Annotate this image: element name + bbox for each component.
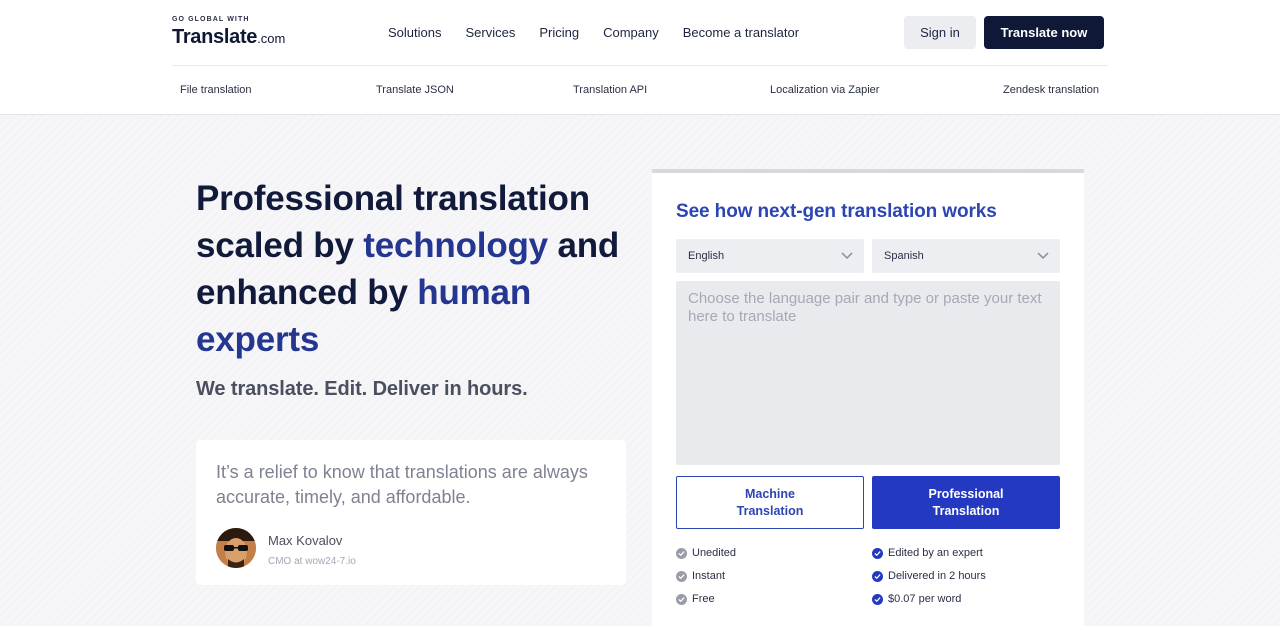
target-language-value: Spanish bbox=[884, 250, 924, 262]
feature-item: Instant bbox=[676, 570, 725, 582]
avatar-portrait-icon bbox=[216, 528, 256, 568]
feature-item: Free bbox=[676, 593, 715, 605]
source-text-input[interactable] bbox=[676, 281, 1060, 465]
target-language-select[interactable]: Spanish bbox=[872, 239, 1060, 273]
translate-now-button[interactable]: Translate now bbox=[984, 16, 1104, 49]
hero-section: Professional translation scaled by techn… bbox=[0, 115, 1280, 629]
feature-item: Edited by an expert bbox=[872, 547, 983, 559]
subnav-item-zendesk-translation[interactable]: Zendesk translation bbox=[1003, 84, 1099, 96]
check-circle-icon bbox=[872, 593, 883, 605]
source-language-value: English bbox=[688, 250, 725, 262]
machine-translation-button[interactable]: Machine Translation bbox=[676, 476, 864, 529]
subnav-item-translate-json[interactable]: Translate JSON bbox=[376, 84, 454, 96]
nav-item-solutions[interactable]: Solutions bbox=[388, 25, 441, 41]
logo-tagline: GO GLOBAL WITH bbox=[172, 16, 250, 23]
sub-nav: File translation Translate JSON Translat… bbox=[0, 66, 1280, 115]
nav-item-become-translator[interactable]: Become a translator bbox=[683, 25, 799, 41]
subnav-item-translation-api[interactable]: Translation API bbox=[573, 84, 647, 96]
chevron-down-icon bbox=[1037, 252, 1049, 260]
testimonial-author: Max Kovalov bbox=[268, 533, 343, 548]
headline-accent-technology: technology bbox=[363, 226, 548, 265]
chevron-down-icon bbox=[841, 252, 853, 260]
testimonial-quote: It’s a relief to know that translations … bbox=[216, 462, 588, 507]
check-circle-icon bbox=[676, 547, 687, 559]
avatar bbox=[216, 528, 256, 568]
nav-item-company[interactable]: Company bbox=[603, 25, 659, 41]
logo[interactable]: GO GLOBAL WITH Translate.com bbox=[172, 16, 285, 50]
main-nav: Solutions Services Pricing Company Becom… bbox=[388, 25, 823, 41]
top-header: GO GLOBAL WITH Translate.com Solutions S… bbox=[0, 0, 1280, 66]
hero-tagline: We translate. Edit. Deliver in hours. bbox=[196, 378, 528, 400]
hero-headline: Professional translation scaled by techn… bbox=[196, 175, 636, 363]
widget-title: See how next-gen translation works bbox=[676, 201, 997, 222]
source-language-select[interactable]: English bbox=[676, 239, 864, 273]
logo-name: Translate bbox=[172, 26, 258, 48]
nav-item-services[interactable]: Services bbox=[465, 25, 515, 41]
feature-item: $0.07 per word bbox=[872, 593, 961, 605]
testimonial-card: It’s a relief to know that translations … bbox=[196, 440, 626, 585]
nav-item-pricing[interactable]: Pricing bbox=[539, 25, 579, 41]
professional-translation-button[interactable]: Professional Translation bbox=[872, 476, 1060, 529]
feature-item: Delivered in 2 hours bbox=[872, 570, 986, 582]
check-circle-icon bbox=[676, 593, 687, 605]
feature-item: Unedited bbox=[676, 547, 736, 559]
testimonial-role: CMO at wow24-7.io bbox=[268, 556, 356, 567]
logo-tld: .com bbox=[257, 31, 286, 46]
check-circle-icon bbox=[872, 547, 883, 559]
subnav-item-file-translation[interactable]: File translation bbox=[180, 84, 252, 96]
check-circle-icon bbox=[676, 570, 687, 582]
subnav-item-localization-zapier[interactable]: Localization via Zapier bbox=[770, 84, 879, 96]
sign-in-button[interactable]: Sign in bbox=[904, 16, 976, 49]
check-circle-icon bbox=[872, 570, 883, 582]
translation-widget: See how next-gen translation works Engli… bbox=[652, 169, 1084, 629]
